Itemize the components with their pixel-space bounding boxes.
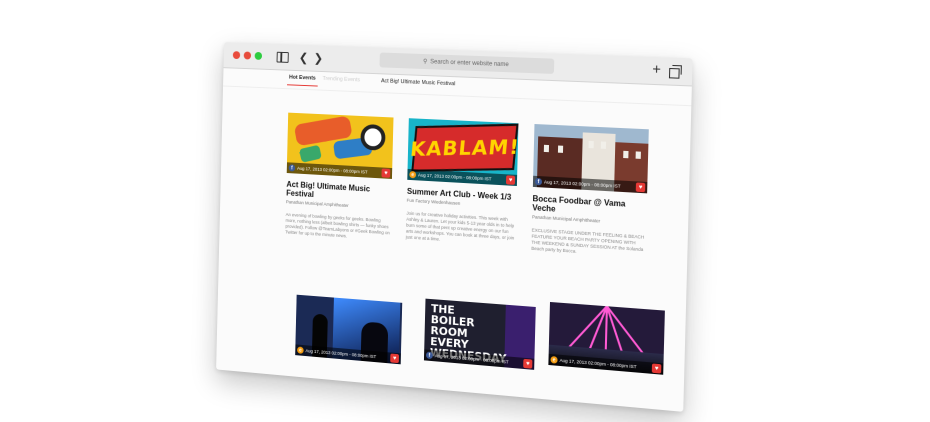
minimize-window-button[interactable] [243,51,252,60]
event-date-bar: e Aug 17, 2013 02:00pm - 08:00pm IST [407,168,518,187]
event-card[interactable]: f Aug 17, 2013 02:00pm - 08:00pm IST ♥ B… [531,124,649,333]
search-icon: ⚲ [422,59,428,66]
event-card[interactable]: f Aug 17, 2013 02:00pm - 08:00pm IST ♥ A… [285,112,394,314]
heart-icon[interactable]: ♥ [505,175,516,185]
event-description: An evening of bowling by geeks for geeks… [285,211,390,239]
event-image[interactable]: f Aug 17, 2013 02:00pm - 08:00pm IST ♥ [286,112,394,179]
event-image[interactable]: e Aug 17, 2013 02:00pm - 08:00pm IST ♥ [295,294,403,365]
heart-icon[interactable]: ♥ [381,168,391,178]
chevron-right-icon[interactable]: ❯ [314,50,324,66]
tab-event-title[interactable]: Act Big! Ultimate Music Festival [381,78,455,87]
heart-icon[interactable]: ♥ [390,353,400,364]
tab-trending-events[interactable]: Trending Events [322,76,360,83]
event-date: Aug 17, 2013 02:00pm - 08:00pm IST [434,353,509,365]
facebook-icon: f [534,177,543,186]
event-image[interactable]: THE BOILER ROOM EVERY WEDNESDAY f Aug 17… [423,298,536,370]
event-description: Join us for creative holiday activities.… [405,210,515,242]
tab-hot-events[interactable]: Hot Events [289,75,316,82]
eventbrite-icon: e [550,356,558,364]
event-date-bar: f Aug 17, 2013 02:00pm - 08:00pm IST [286,162,393,179]
address-bar[interactable]: ⚲ Search or enter website name [379,52,555,74]
kablam-graphic: KABLAM! [409,123,518,172]
address-placeholder: Search or enter website name [430,58,509,68]
event-image[interactable]: KABLAM! e Aug 17, 2013 02:00pm - 08:00pm… [407,118,519,187]
sidebar-toggle-icon[interactable] [276,51,289,63]
stage: ❮ ❯ ⚲ Search or enter website name + Hot… [0,0,930,422]
event-date: Aug 17, 2013 02:00pm - 08:00pm IST [305,348,377,360]
new-tab-icon[interactable]: + [652,60,661,77]
maximize-window-button[interactable] [254,51,263,60]
event-card[interactable]: e Aug 17, 2013 02:00pm - 08:00pm IST ♥ [548,301,665,375]
eventbrite-icon: e [297,346,304,354]
heart-icon[interactable]: ♥ [651,363,662,374]
eventbrite-icon: e [409,170,417,179]
event-image[interactable]: f Aug 17, 2013 02:00pm - 08:00pm IST ♥ [532,124,649,194]
event-image[interactable]: e Aug 17, 2013 02:00pm - 08:00pm IST ♥ [548,301,665,375]
heart-icon[interactable]: ♥ [523,358,533,369]
event-date: Aug 17, 2013 02:00pm - 08:00pm IST [417,172,492,182]
facebook-icon: f [288,164,296,172]
event-card[interactable]: THE BOILER ROOM EVERY WEDNESDAY f Aug 17… [423,298,536,370]
close-window-button[interactable] [232,51,241,60]
event-card[interactable]: e Aug 17, 2013 02:00pm - 08:00pm IST ♥ [295,294,403,365]
browser-window: ❮ ❯ ⚲ Search or enter website name + Hot… [216,42,693,412]
event-date: Aug 17, 2013 02:00pm - 08:00pm IST [559,357,637,370]
heart-icon[interactable]: ♥ [635,182,646,193]
event-date: Aug 17, 2013 02:00pm - 08:00pm IST [543,179,621,189]
chevron-left-icon[interactable]: ❮ [299,50,309,66]
event-description: EXCLUSIVE STAGE UNDER THE FEELING & BEAC… [531,227,645,254]
event-date: Aug 17, 2013 02:00pm - 08:00pm IST [296,165,368,175]
event-card[interactable]: KABLAM! e Aug 17, 2013 02:00pm - 08:00pm… [405,118,519,322]
tabs-overview-icon[interactable] [668,67,680,79]
facebook-icon: f [425,351,433,360]
